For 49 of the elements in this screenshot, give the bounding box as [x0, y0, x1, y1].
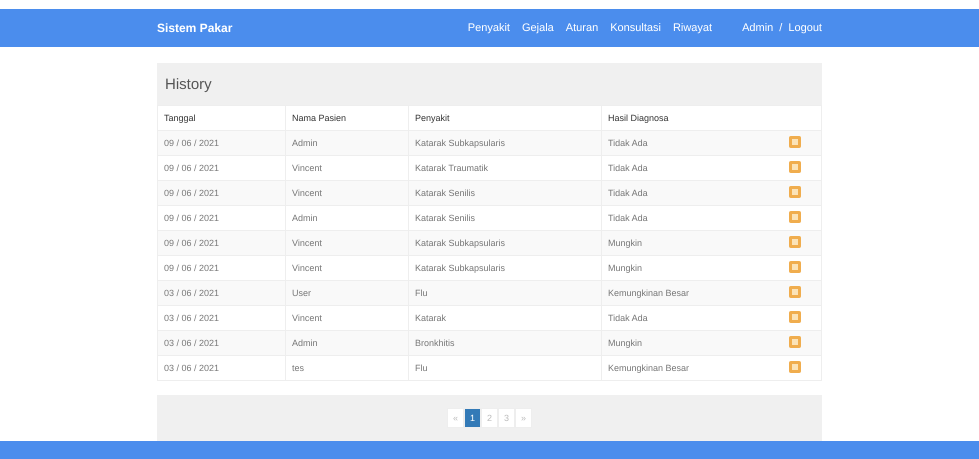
page-link[interactable]: »: [515, 408, 532, 428]
panel-title: History: [165, 76, 212, 92]
detail-icon[interactable]: [789, 361, 801, 373]
table-cell: 03 / 06 / 2021: [158, 280, 286, 306]
nav-link[interactable]: Aturan: [566, 22, 598, 34]
table-cell: Flu: [408, 280, 602, 306]
table-cell: User: [286, 280, 408, 306]
table-cell: Mungkin: [602, 330, 769, 356]
page-link[interactable]: 3: [498, 408, 516, 428]
detail-icon[interactable]: [789, 286, 801, 298]
nav-link[interactable]: Penyakit: [468, 22, 510, 34]
user-link[interactable]: Admin: [742, 22, 774, 34]
page-link[interactable]: 1: [464, 408, 481, 428]
table-cell: Admin: [286, 330, 408, 356]
table-cell: Katarak Subkapsularis: [408, 230, 602, 256]
table-cell: Kemungkinan Besar: [602, 280, 769, 306]
detail-icon[interactable]: [789, 336, 801, 348]
table-cell: Katarak Subkapsularis: [408, 130, 602, 156]
page-link[interactable]: «: [446, 408, 464, 428]
detail-icon[interactable]: [789, 186, 801, 198]
table-cell: Tidak Ada: [602, 130, 769, 156]
table-cell: Vincent: [286, 230, 408, 256]
table-cell: 09 / 06 / 2021: [158, 180, 286, 206]
table-cell: Vincent: [286, 180, 408, 206]
separator-text: /: [779, 22, 782, 34]
table-cell: Mungkin: [602, 230, 769, 256]
table-cell: Kemungkinan Besar: [602, 356, 769, 380]
table-cell: 09 / 06 / 2021: [158, 130, 286, 156]
nav-link[interactable]: Konsultasi: [610, 22, 661, 34]
detail-icon[interactable]: [789, 211, 801, 223]
table-cell: Admin: [286, 130, 408, 156]
detail-icon[interactable]: [789, 261, 801, 273]
nav-link[interactable]: Riwayat: [672, 22, 712, 34]
detail-icon[interactable]: [789, 311, 801, 323]
detail-icon[interactable]: [789, 236, 801, 248]
logout-link[interactable]: Logout: [788, 22, 822, 34]
table-cell: tes: [286, 356, 408, 380]
page-link[interactable]: 2: [480, 408, 498, 428]
detail-icon[interactable]: [789, 161, 801, 173]
brand-link[interactable]: Sistem Pakar: [157, 21, 232, 35]
table-cell: Flu: [408, 356, 602, 380]
nav-link[interactable]: Gejala: [522, 22, 554, 34]
detail-icon[interactable]: [789, 136, 801, 148]
table-cell: Bronkhitis: [408, 330, 602, 356]
table-cell: Katarak Senilis: [408, 180, 602, 206]
table-cell: 03 / 06 / 2021: [158, 330, 286, 356]
table-cell: 09 / 06 / 2021: [158, 230, 286, 256]
table-cell: Tidak Ada: [602, 180, 769, 206]
table-cell: 03 / 06 / 2021: [158, 356, 286, 380]
